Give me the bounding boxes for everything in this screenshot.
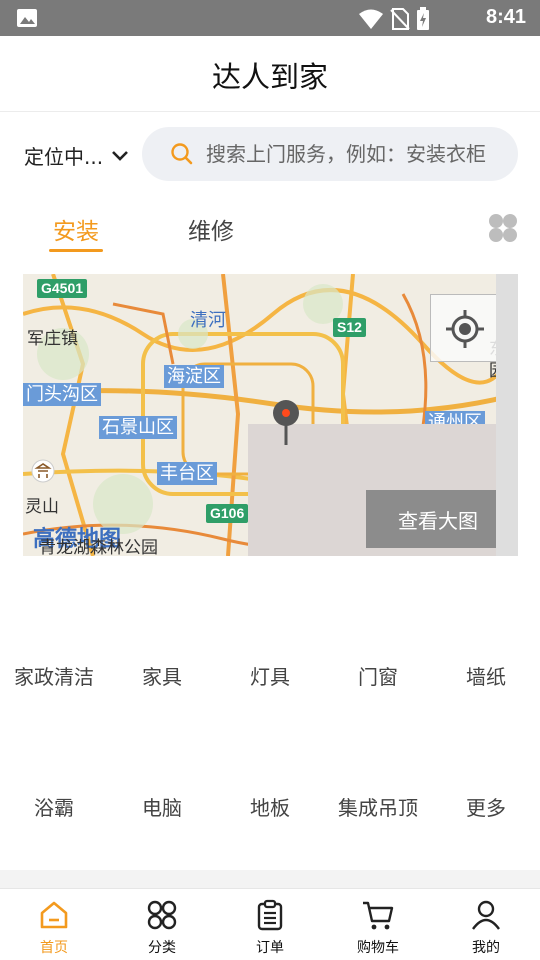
category-ceiling[interactable]: 集成吊顶 (324, 792, 432, 821)
locate-me-button[interactable] (430, 294, 498, 362)
category-furniture[interactable]: 家具 (108, 661, 216, 690)
status-bar: 8:41 (0, 0, 540, 36)
profile-icon (472, 900, 500, 930)
page-title: 达人到家 (211, 60, 328, 94)
map-place-label: 灵山 (25, 497, 59, 517)
road-badge: S12 (333, 318, 366, 337)
category-grid-toggle-icon[interactable] (488, 213, 518, 243)
category-computer[interactable]: 电脑 (108, 792, 216, 821)
category-doors-windows[interactable]: 门窗 (324, 661, 432, 690)
category-more[interactable]: 更多 (432, 792, 540, 821)
tab-install[interactable]: 安装 (53, 212, 99, 246)
nav-cart[interactable]: 购物车 (324, 889, 432, 960)
search-input[interactable] (206, 142, 516, 166)
category-flooring[interactable]: 地板 (216, 792, 324, 821)
location-pin-icon (273, 400, 299, 445)
crosshair-icon (446, 310, 484, 348)
nav-category[interactable]: 分类 (108, 889, 216, 960)
bottom-navigation: 首页 分类 订单 购物车 我的 (0, 888, 540, 960)
section-divider (0, 870, 540, 888)
map-place-label: 青龙湖森林公园 (39, 538, 158, 556)
category-grid-icon (147, 900, 177, 930)
category-lighting[interactable]: 灯具 (216, 661, 324, 690)
category-housekeeping[interactable]: 家政清洁 (0, 661, 108, 690)
view-large-map-button[interactable]: 查看大图 (366, 490, 510, 548)
map-district-label: 门头沟区 (23, 383, 101, 406)
app-header: 达人到家 (0, 36, 540, 112)
home-icon (40, 901, 68, 929)
nav-orders[interactable]: 订单 (216, 889, 324, 960)
active-tab-indicator (49, 249, 103, 252)
map-district-label: 石景山区 (99, 416, 177, 439)
battery-charging-icon (417, 7, 429, 30)
road-badge: G4501 (37, 279, 88, 298)
map-district-label: 海淀区 (164, 365, 224, 388)
category-wallpaper[interactable]: 墙纸 (432, 661, 540, 690)
order-clipboard-icon (257, 899, 283, 931)
nav-cart-label: 购物车 (357, 940, 399, 956)
nav-orders-label: 订单 (256, 940, 284, 956)
location-label: 定位中... (24, 145, 104, 169)
nav-home-label: 首页 (40, 940, 68, 956)
nav-home[interactable]: 首页 (0, 889, 108, 960)
nav-category-label: 分类 (148, 940, 176, 956)
map-landmark-icon (31, 459, 55, 483)
nav-profile[interactable]: 我的 (432, 889, 540, 960)
wifi-icon (359, 9, 383, 29)
road-badge: G106 (206, 504, 249, 523)
chevron-down-icon (112, 150, 128, 161)
map-scroll-strip (496, 274, 518, 556)
map-place-label: 军庄镇 (27, 329, 78, 349)
tab-repair[interactable]: 维修 (188, 212, 234, 246)
gallery-notification-icon (17, 9, 37, 27)
map-district-label: 清河 (190, 310, 226, 331)
no-sim-icon (390, 8, 410, 30)
search-bar[interactable] (142, 127, 518, 181)
map-view[interactable]: G4501 S12 G106 清河 海淀区 门头沟区 石景山区 丰台区 通州区 … (23, 274, 518, 556)
cart-icon (363, 901, 394, 930)
map-district-label: 丰台区 (157, 462, 217, 485)
location-selector[interactable]: 定位中... (24, 141, 129, 170)
category-bath-heater[interactable]: 浴霸 (0, 792, 108, 821)
nav-profile-label: 我的 (472, 940, 500, 956)
search-icon (171, 143, 193, 165)
clock: 8:41 (485, 6, 526, 28)
